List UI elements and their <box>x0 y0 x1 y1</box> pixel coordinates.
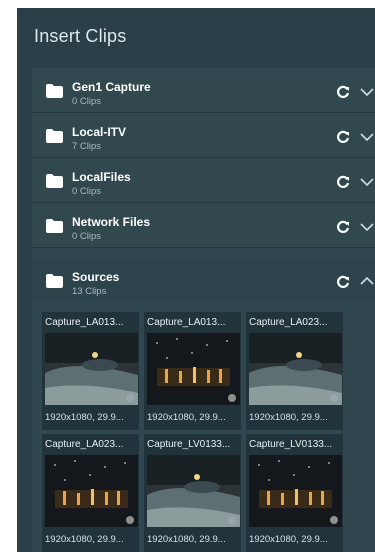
source-name: Gen1 Capture <box>72 80 151 94</box>
clip-card[interactable]: Capture_LA013... 1920x1080, 29.9... <box>144 312 241 430</box>
clip-thumbnail <box>249 455 342 527</box>
clip-meta: 1920x1080, 29.9... <box>249 534 328 545</box>
folder-icon <box>46 274 63 288</box>
source-row-gen1-capture[interactable]: Gen1 Capture 0 Clips <box>32 68 375 113</box>
clip-meta: 1920x1080, 29.9... <box>45 412 124 423</box>
source-count: 0 Clips <box>72 96 102 107</box>
clip-card[interactable]: Capture_LA013... 1920x1080, 29.9... <box>42 312 139 430</box>
clip-thumbnail <box>45 455 138 527</box>
clip-title: Capture_LA013... <box>45 317 124 328</box>
clip-title: Capture_LA023... <box>45 439 124 450</box>
clip-thumbnail <box>249 333 342 405</box>
clip-thumbnail <box>45 333 138 405</box>
clip-meta: 1920x1080, 29.9... <box>249 412 328 423</box>
folder-icon <box>46 129 63 143</box>
refresh-icon[interactable] <box>336 220 350 234</box>
refresh-icon[interactable] <box>336 175 350 189</box>
source-row-local-itv[interactable]: Local-ITV 7 Clips <box>32 113 375 158</box>
source-name: Sources <box>72 270 120 284</box>
source-row-sources[interactable]: Sources 13 Clips <box>32 258 375 302</box>
clip-card[interactable]: Capture_LA023... 1920x1080, 29.9... <box>246 312 343 430</box>
chevron-down-icon[interactable] <box>359 175 375 187</box>
chevron-down-icon[interactable] <box>359 130 375 142</box>
source-count: 0 Clips <box>72 186 102 197</box>
clip-title: Capture_LA013... <box>147 317 226 328</box>
clip-meta: 1920x1080, 29.9... <box>147 534 226 545</box>
chevron-up-icon[interactable] <box>359 275 375 287</box>
source-list: Gen1 Capture 0 Clips Local-ITV 7 Clips L… <box>32 68 375 552</box>
source-name: Network Files <box>72 215 151 229</box>
clip-title: Capture_LV0133... <box>249 439 333 450</box>
source-name: LocalFiles <box>72 170 131 184</box>
clip-card[interactable]: Capture_LV0133... 1920x1080, 29.9... <box>144 434 241 552</box>
source-count: 0 Clips <box>72 231 102 242</box>
clip-card[interactable]: Capture_LA023... 1920x1080, 29.9... <box>42 434 139 552</box>
clip-title: Capture_LA023... <box>249 317 328 328</box>
folder-icon <box>46 174 63 188</box>
clip-meta: 1920x1080, 29.9... <box>45 534 124 545</box>
folder-icon <box>46 219 63 233</box>
source-row-localfiles[interactable]: LocalFiles 0 Clips <box>32 158 375 203</box>
clip-card[interactable]: Capture_LV0133... 1920x1080, 29.9... <box>246 434 343 552</box>
refresh-icon[interactable] <box>336 85 350 99</box>
clip-meta: 1920x1080, 29.9... <box>147 412 226 423</box>
clip-thumbnail <box>147 333 240 405</box>
folder-icon <box>46 84 63 98</box>
source-name: Local-ITV <box>72 125 127 139</box>
refresh-icon[interactable] <box>336 130 350 144</box>
source-count: 13 Clips <box>72 286 107 297</box>
panel-title: Insert Clips <box>34 26 127 46</box>
clip-thumbnail <box>147 455 240 527</box>
chevron-down-icon[interactable] <box>359 85 375 97</box>
refresh-icon[interactable] <box>336 275 350 289</box>
source-row-network-files[interactable]: Network Files 0 Clips <box>32 203 375 248</box>
clip-title: Capture_LV0133... <box>147 439 231 450</box>
clip-grid: Capture_LA013... 1920x1080, 29.9... Capt… <box>42 312 375 552</box>
chevron-down-icon[interactable] <box>359 220 375 232</box>
source-count: 7 Clips <box>72 141 102 152</box>
insert-clips-panel: Insert Clips Gen1 Capture 0 Clips Local-… <box>17 8 375 552</box>
